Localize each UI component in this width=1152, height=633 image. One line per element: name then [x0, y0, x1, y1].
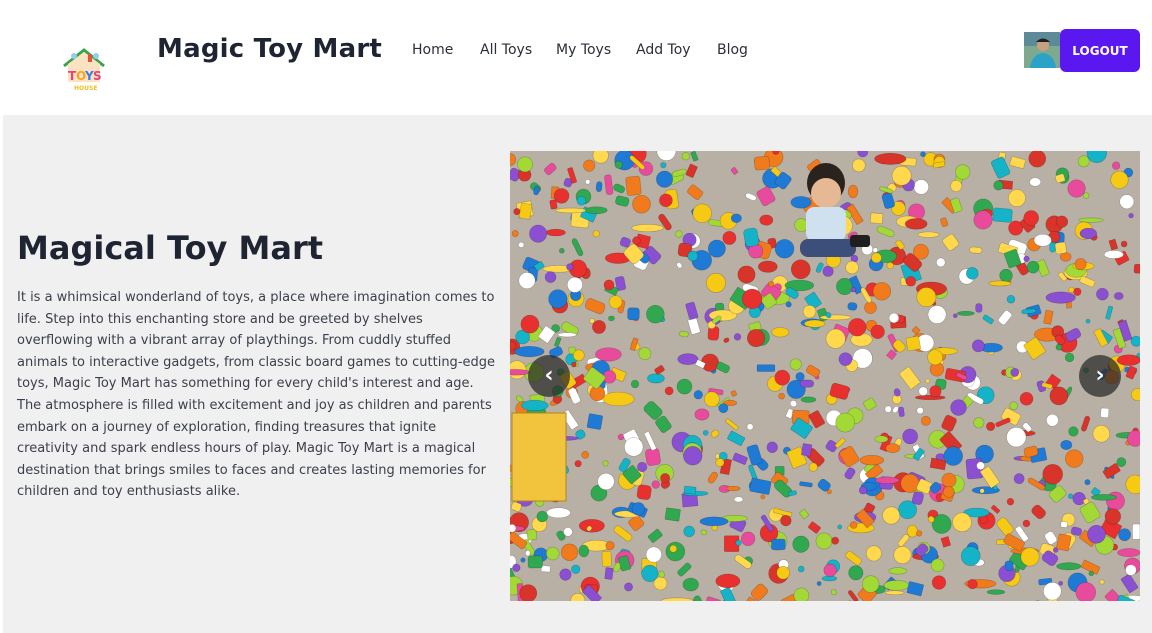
hero-banner: Magical Toy Mart It is a whimsical wonde…	[3, 115, 1152, 633]
brand-title[interactable]: Magic Toy Mart	[157, 34, 382, 64]
carousel-prev-button[interactable]: ‹	[528, 355, 570, 397]
nav-link-blog[interactable]: Blog	[717, 42, 748, 58]
svg-text:S: S	[93, 69, 102, 83]
svg-text:HOUSE: HOUSE	[74, 85, 97, 92]
toys-house-logo[interactable]: T O Y S HOUSE	[58, 42, 110, 98]
toy-pile-image	[510, 151, 1140, 601]
nav-link-my-toys[interactable]: My Toys	[556, 42, 611, 58]
hero-title: Magical Toy Mart	[17, 229, 324, 267]
image-carousel[interactable]: ‹ ›	[510, 151, 1140, 601]
user-avatar[interactable]	[1024, 32, 1060, 68]
carousel-next-button[interactable]: ›	[1079, 355, 1121, 397]
hero-description: It is a whimsical wonderland of toys, a …	[17, 290, 496, 500]
navbar: T O Y S HOUSE Magic Toy Mart Home All To…	[0, 0, 1152, 115]
nav-link-home[interactable]: Home	[412, 42, 453, 58]
nav-link-all-toys[interactable]: All Toys	[480, 42, 532, 58]
logout-button[interactable]: LOGOUT	[1060, 29, 1140, 72]
nav-link-add-toy[interactable]: Add Toy	[636, 42, 691, 58]
